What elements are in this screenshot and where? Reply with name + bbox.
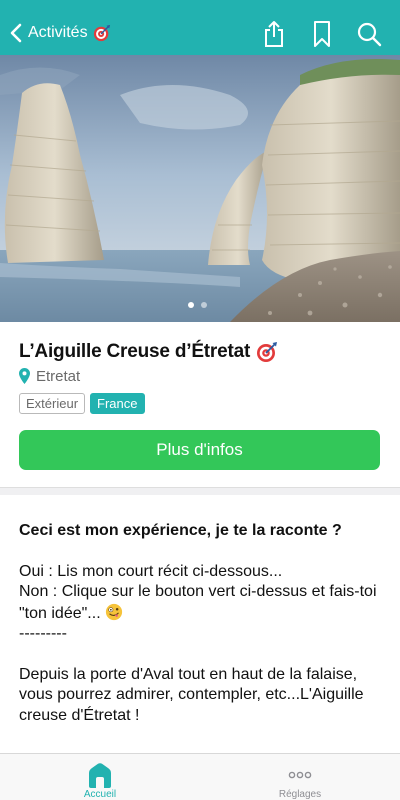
location-pin-icon [19, 368, 30, 384]
chevron-left-icon [10, 23, 22, 43]
tag-france: France [90, 393, 145, 414]
location-name: Etretat [36, 367, 81, 385]
section-divider [0, 487, 400, 495]
more-dots-icon [288, 771, 312, 779]
description-section: Ceci est mon expérience, je te la racont… [19, 521, 381, 726]
top-navigation-bar: Activités [0, 0, 400, 55]
carousel-dot[interactable] [201, 302, 207, 308]
description-heading: Ceci est mon expérience, je te la racont… [19, 522, 342, 539]
tab-reglages[interactable]: Réglages [200, 754, 400, 800]
description-body: Depuis la porte d'Aval tout en haut de l… [19, 665, 364, 724]
tab-reglages-label: Réglages [278, 789, 322, 800]
share-icon[interactable] [261, 20, 287, 48]
back-button-label: Activités [28, 24, 88, 41]
carousel-dot-active[interactable] [188, 302, 194, 308]
description-line-oui: Oui : Lis mon court récit ci-dessous... [19, 562, 283, 580]
tag-list: Extérieur France [19, 393, 145, 414]
cliffs-etretat-photo [0, 55, 400, 322]
dart-emoji-icon [257, 342, 278, 362]
search-icon[interactable] [356, 20, 382, 48]
tab-accueil[interactable]: Accueil [0, 754, 200, 800]
tag-exterieur: Extérieur [19, 393, 86, 414]
more-info-button[interactable]: Plus d'infos [19, 430, 380, 470]
photo-carousel[interactable] [0, 55, 400, 322]
activity-title: L’Aiguille Creuse d’Étretat [19, 341, 251, 362]
description-line-non: Non : Clique sur le bouton vert ci-dessu… [19, 583, 377, 622]
description-line-non-wrapper: Non : Clique sur le bouton vert ci-dessu… [19, 582, 381, 624]
location-row: Etretat [19, 367, 80, 385]
description-divider: --------- [19, 625, 67, 642]
activity-title-row: L’Aiguille Creuse d’Étretat [19, 341, 278, 363]
bookmark-icon[interactable] [309, 20, 335, 48]
tab-accueil-label: Accueil [83, 789, 117, 800]
carousel-page-indicator[interactable] [188, 302, 207, 308]
dart-emoji-icon [93, 24, 110, 42]
bottom-tab-bar: Accueil Réglages [0, 753, 400, 800]
home-icon [89, 763, 111, 788]
back-button[interactable]: Activités [10, 19, 111, 47]
zany-face-emoji-icon [105, 603, 123, 620]
